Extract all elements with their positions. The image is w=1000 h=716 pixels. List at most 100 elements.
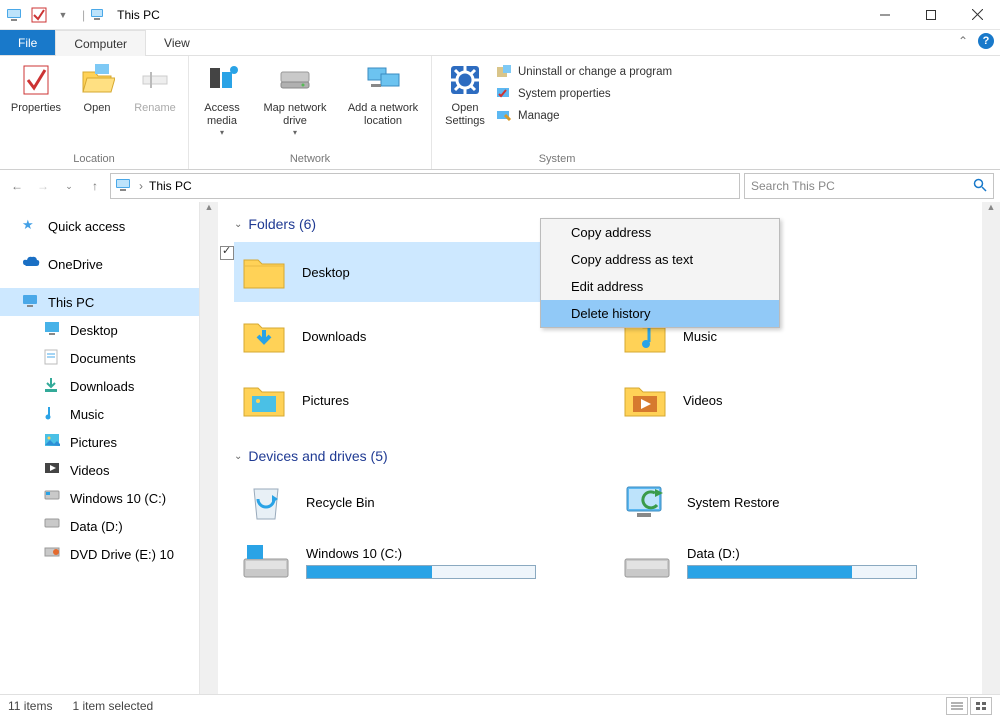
system-properties-icon — [496, 86, 512, 102]
collapse-ribbon-icon[interactable]: ⌃ — [958, 34, 968, 48]
dvd-icon — [44, 545, 62, 563]
close-button[interactable] — [954, 0, 1000, 30]
devices-header-label: Devices and drives (5) — [248, 448, 387, 464]
folder-pictures[interactable]: Pictures — [234, 370, 595, 430]
minimize-button[interactable] — [862, 0, 908, 30]
recent-dropdown[interactable]: ⌄ — [58, 175, 80, 197]
drive-d-icon — [623, 541, 671, 583]
add-location-label: Add a network location — [341, 102, 425, 128]
sidebar-data-drive[interactable]: Data (D:) — [0, 512, 199, 540]
drive-label: Windows 10 (C:) — [306, 546, 546, 561]
sidebar-desktop[interactable]: Desktop — [0, 316, 199, 344]
drive-data[interactable]: Data (D:) — [615, 534, 976, 590]
search-box[interactable]: Search This PC — [744, 173, 994, 199]
drive-c-icon — [242, 541, 290, 583]
map-network-drive-button[interactable]: Map network drive▾ — [251, 58, 339, 140]
folder-label: Music — [683, 329, 717, 344]
sidebar-label: This PC — [48, 295, 94, 310]
ribbon-group-label-network: Network — [189, 153, 431, 169]
add-network-location-button[interactable]: Add a network location — [339, 58, 427, 130]
help-icon[interactable]: ? — [978, 33, 994, 49]
sidebar-label: Pictures — [70, 435, 117, 450]
uninstall-icon — [496, 64, 512, 80]
context-delete-history[interactable]: Delete history — [541, 300, 779, 327]
folders-header-label: Folders (6) — [248, 216, 316, 232]
manage-button[interactable]: Manage — [496, 108, 672, 124]
open-button[interactable]: Open — [68, 58, 126, 117]
devices-group-header[interactable]: ⌄ Devices and drives (5) — [234, 448, 976, 464]
sidebar-videos[interactable]: Videos — [0, 456, 199, 484]
drive-icon — [44, 489, 62, 507]
qat-dropdown-icon[interactable]: ▼ — [54, 6, 72, 24]
folder-label: Downloads — [302, 329, 366, 344]
view-details-button[interactable] — [946, 697, 968, 715]
context-copy-address-text[interactable]: Copy address as text — [541, 246, 779, 273]
address-crumb[interactable]: This PC — [149, 179, 192, 193]
documents-icon — [44, 349, 62, 367]
sidebar-scrollbar[interactable]: ▲ — [200, 202, 218, 694]
address-bar[interactable]: › This PC — [110, 173, 740, 199]
rename-button: Rename — [126, 58, 184, 117]
chevron-down-icon: ⌄ — [234, 219, 242, 230]
pc-icon — [22, 293, 40, 311]
crumb-separator[interactable]: › — [139, 179, 143, 193]
sidebar-label: DVD Drive (E:) 10 — [70, 547, 174, 562]
tab-computer[interactable]: Computer — [55, 30, 146, 56]
sidebar-this-pc[interactable]: This PC — [0, 288, 199, 316]
drive-label: Data (D:) — [687, 546, 927, 561]
context-edit-address[interactable]: Edit address — [541, 273, 779, 300]
system-properties-button[interactable]: System properties — [496, 86, 672, 102]
sidebar-label: Documents — [70, 351, 136, 366]
address-context-menu: Copy address Copy address as text Edit a… — [540, 218, 780, 328]
drive-system-restore[interactable]: System Restore — [615, 474, 976, 530]
access-media-button[interactable]: Access media▾ — [193, 58, 251, 140]
view-large-icons-button[interactable] — [970, 697, 992, 715]
sidebar-label: Quick access — [48, 219, 125, 234]
drive-windows10[interactable]: Windows 10 (C:) — [234, 534, 595, 590]
search-icon[interactable] — [973, 178, 987, 195]
sidebar-onedrive[interactable]: OneDrive — [0, 250, 199, 278]
ribbon: Properties Open Rename Location Access m… — [0, 56, 1000, 170]
properties-qat-icon[interactable] — [30, 6, 48, 24]
context-copy-address[interactable]: Copy address — [541, 219, 779, 246]
ribbon-group-label: Location — [0, 153, 188, 169]
titlebar: ▼ | This PC — [0, 0, 1000, 30]
sidebar-music[interactable]: Music — [0, 400, 199, 428]
open-settings-label: Open Settings — [438, 102, 492, 128]
sidebar-label: Videos — [70, 463, 110, 478]
uninstall-program-button[interactable]: Uninstall or change a program — [496, 64, 672, 80]
sidebar-windows10-drive[interactable]: Windows 10 (C:) — [0, 484, 199, 512]
tab-view[interactable]: View — [146, 30, 208, 55]
status-selected: 1 item selected — [72, 699, 153, 713]
back-button[interactable]: ← — [6, 175, 28, 197]
sidebar-pictures[interactable]: Pictures — [0, 428, 199, 456]
system-properties-label: System properties — [518, 88, 611, 100]
drive-label: System Restore — [687, 495, 779, 510]
sidebar-label: Desktop — [70, 323, 118, 338]
status-bar: 11 items 1 item selected — [0, 694, 1000, 716]
maximize-button[interactable] — [908, 0, 954, 30]
onedrive-icon — [22, 255, 40, 273]
star-icon: ★ — [22, 217, 40, 235]
ribbon-group-location: Properties Open Rename Location — [0, 56, 189, 169]
sidebar-quick-access[interactable]: ★ Quick access — [0, 212, 199, 240]
up-button[interactable]: ↑ — [84, 175, 106, 197]
map-drive-label: Map network drive — [253, 102, 337, 128]
system-restore-icon — [623, 481, 671, 523]
folder-icon — [623, 380, 667, 420]
open-label: Open — [84, 102, 111, 115]
sidebar-downloads[interactable]: Downloads — [0, 372, 199, 400]
forward-button[interactable]: → — [32, 175, 54, 197]
drive-label: Recycle Bin — [306, 495, 375, 510]
sidebar-documents[interactable]: Documents — [0, 344, 199, 372]
open-settings-button[interactable]: Open Settings — [436, 58, 494, 130]
main-scrollbar[interactable]: ▲ — [982, 202, 1000, 694]
drive-recycle-bin[interactable]: Recycle Bin — [234, 474, 595, 530]
pictures-icon — [44, 433, 62, 451]
folder-videos[interactable]: Videos — [615, 370, 976, 430]
drive-usage-bar — [687, 565, 917, 579]
manage-icon — [496, 108, 512, 124]
properties-button[interactable]: Properties — [4, 58, 68, 117]
sidebar-dvd-drive[interactable]: DVD Drive (E:) 10 — [0, 540, 199, 568]
tab-file[interactable]: File — [0, 30, 55, 55]
